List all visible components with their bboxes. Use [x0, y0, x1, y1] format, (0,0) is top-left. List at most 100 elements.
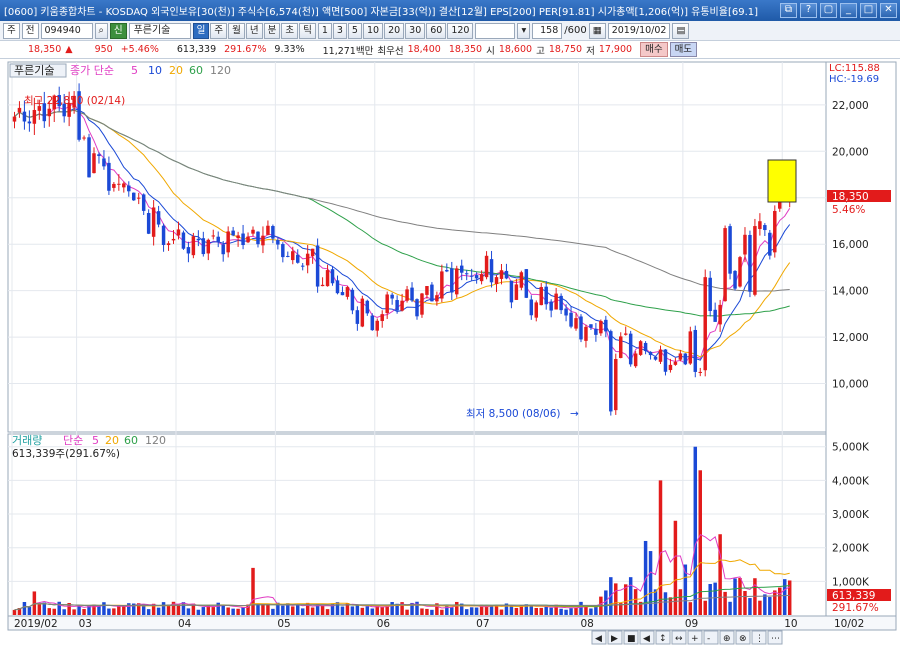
candle-body	[186, 247, 191, 254]
stock-tag[interactable]: 신	[109, 22, 127, 39]
volume-bar	[703, 600, 707, 615]
ticker-type-5[interactable]: 초	[281, 22, 299, 39]
candle-body	[599, 320, 603, 334]
candle-body	[87, 137, 91, 178]
volume-bar	[271, 608, 275, 615]
candle-body	[604, 319, 608, 332]
ticker-type-3[interactable]: 년	[245, 22, 263, 39]
candle-body	[355, 310, 360, 324]
nav-button-icon: ◀	[643, 634, 650, 644]
candle-body	[117, 183, 121, 185]
lc-text: LC:115.88	[829, 63, 880, 74]
highlight-box[interactable]	[767, 159, 797, 203]
ticker-type-6[interactable]: 틱	[299, 22, 316, 39]
nav-button-icon: ■	[627, 634, 636, 644]
date-input[interactable]: 2019/10/02	[607, 22, 671, 39]
candle-body	[286, 255, 290, 257]
vol-ma120-label: 120	[145, 434, 166, 447]
ticker-type-0[interactable]: 일	[192, 22, 210, 39]
volume-bar	[295, 605, 300, 615]
volume-bar	[156, 607, 161, 615]
quote-low-label: 저	[586, 45, 595, 57]
volume-bar	[768, 597, 772, 615]
interval-input[interactable]	[475, 22, 516, 39]
volume-bar	[146, 609, 151, 615]
ticker-type-2[interactable]: 월	[228, 22, 245, 39]
volume-y-tick: 5,000K	[832, 442, 870, 454]
candle-body	[236, 235, 240, 239]
price-panel[interactable]	[7, 61, 827, 433]
calc-icon[interactable]: ▦	[588, 22, 606, 39]
price-legend-title: 종가 단순	[70, 64, 114, 77]
minute-option-60[interactable]: 60	[426, 22, 447, 39]
candle-body	[410, 287, 414, 301]
candle-body	[191, 236, 196, 256]
nav-button-icon: ⊗	[739, 634, 747, 644]
candle-body	[266, 225, 270, 235]
calendar-icon[interactable]: ▤	[672, 22, 690, 39]
help-icon[interactable]: ?	[800, 3, 817, 18]
nav-button-icon: ↔	[675, 634, 683, 644]
volume-bar	[763, 594, 767, 615]
sell-button[interactable]: 매도	[669, 42, 698, 57]
code-search-icon[interactable]: ⌕	[94, 22, 108, 39]
candle-body	[325, 270, 330, 287]
pin-icon[interactable]: ▢	[820, 3, 837, 18]
candle-body	[609, 331, 613, 412]
volume-bar	[604, 590, 608, 615]
quote-volume-pct: 291.67%	[224, 44, 267, 55]
candle-body	[688, 331, 693, 364]
volume-bar	[663, 592, 668, 615]
candle-body	[196, 238, 201, 241]
candle-body	[450, 268, 454, 293]
volume-bar	[335, 602, 340, 615]
candle-body	[658, 349, 663, 362]
low-annotation: 최저 8,500 (08/06)	[466, 408, 561, 420]
dropdown-icon[interactable]: ▾	[517, 22, 531, 39]
volume-panel[interactable]	[7, 433, 827, 617]
stock-chart[interactable]: 푸른기술 종가 단순 5 10 20 60 120 LC:115.88 HC:-…	[0, 60, 900, 650]
volume-bar	[72, 609, 76, 615]
candle-body	[112, 183, 116, 188]
period-select[interactable]: 주	[3, 22, 20, 39]
volume-bar	[340, 606, 345, 615]
volume-bar	[758, 600, 762, 615]
volume-bar	[509, 605, 514, 615]
candle-body	[97, 154, 101, 157]
nav-button-icon: ▶	[611, 634, 618, 644]
minute-option-3[interactable]: 3	[332, 22, 347, 39]
x-axis-label: 2019/02	[14, 618, 58, 630]
close-icon[interactable]: ✕	[880, 3, 897, 18]
minute-option-5[interactable]: 5	[347, 22, 362, 39]
candle-body	[768, 232, 772, 256]
volume-bar	[430, 609, 434, 615]
maximize-icon[interactable]: □	[860, 3, 877, 18]
ticker-type-4[interactable]: 분	[263, 22, 281, 39]
minute-option-120[interactable]: 120	[447, 22, 474, 39]
volume-bar	[62, 609, 66, 615]
candle-body	[713, 309, 717, 322]
volume-bar	[778, 587, 782, 615]
volume-bar	[380, 606, 384, 615]
candle-body	[549, 301, 553, 311]
quote-turnover: 9.33%	[274, 44, 305, 55]
count-input[interactable]: 158	[532, 22, 563, 39]
buy-button[interactable]: 매수	[640, 42, 668, 57]
minute-option-30[interactable]: 30	[405, 22, 426, 39]
volume-bar	[350, 606, 355, 615]
candle-body	[136, 197, 141, 199]
minute-option-20[interactable]: 20	[384, 22, 405, 39]
volume-bar	[708, 583, 712, 615]
volume-bar	[614, 583, 618, 615]
code-input[interactable]: 094940	[40, 22, 93, 39]
volume-bar	[574, 607, 578, 615]
candle-body	[92, 153, 96, 174]
chart-area[interactable]: 푸른기술 종가 단순 5 10 20 60 120 LC:115.88 HC:-…	[0, 60, 900, 650]
minute-option-1[interactable]: 1	[317, 22, 332, 39]
candle-body	[594, 328, 598, 335]
minute-option-10[interactable]: 10	[362, 22, 384, 39]
minimize-icon[interactable]: _	[840, 3, 857, 18]
restore-icon[interactable]: ⧉	[780, 3, 797, 18]
ticker-type-1[interactable]: 주	[210, 22, 228, 39]
market-select[interactable]: 전	[21, 22, 39, 39]
